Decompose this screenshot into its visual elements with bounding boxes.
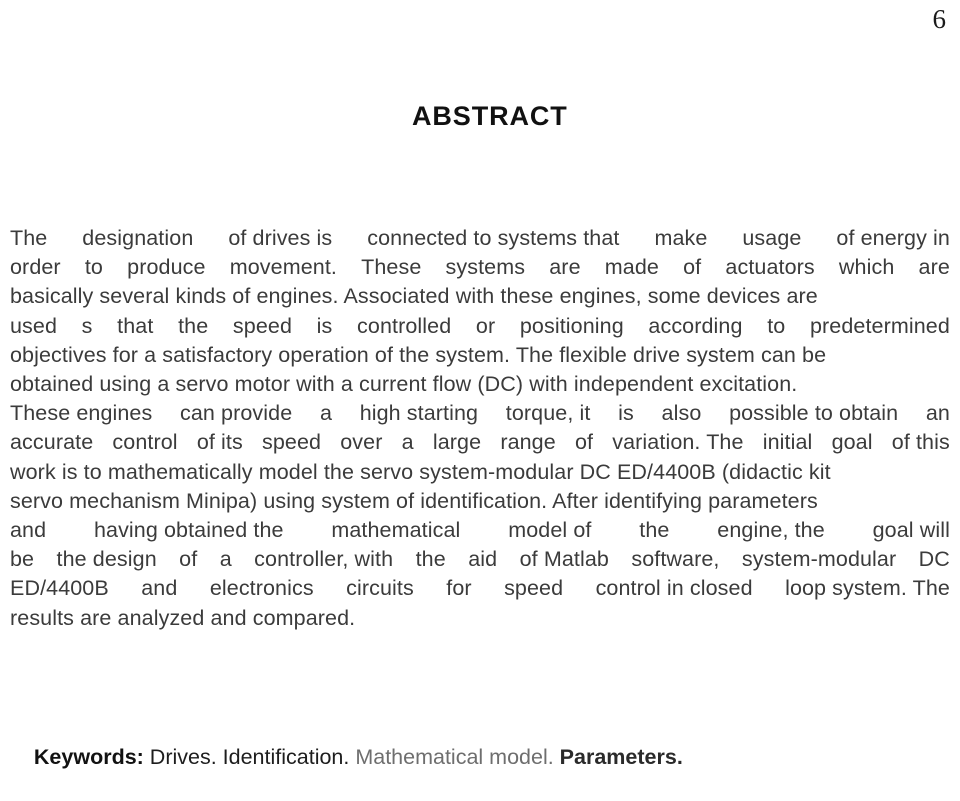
body-word: over: [340, 430, 383, 455]
body-word: model of: [508, 518, 592, 543]
page-number: 6: [932, 4, 947, 34]
body-word: goal: [831, 430, 873, 455]
body-word: electronics: [209, 576, 314, 601]
body-word: be: [10, 547, 35, 572]
body-line: obtained using a servo motor with a curr…: [10, 372, 798, 397]
body-word: positioning: [519, 313, 624, 338]
body-word: the: [178, 313, 209, 338]
body-word: of: [179, 547, 198, 572]
body-word: s: [81, 313, 93, 338]
body-word: loop system. The: [785, 576, 950, 601]
body-word: or: [475, 313, 496, 338]
body-word: circuits: [346, 576, 414, 601]
body-word: usage: [742, 226, 802, 250]
body-word: make: [654, 226, 708, 250]
body-word: DC: [918, 547, 950, 572]
body-word: according: [648, 313, 743, 338]
body-line: be the design of a controller, with the aid of …: [10, 545, 950, 574]
body-word: having obtained the: [93, 518, 284, 543]
body-word: used: [10, 313, 58, 338]
abstract-body: The designation of drives is connected to s…: [10, 224, 950, 633]
body-word: aid: [468, 547, 498, 572]
body-word: can provide: [180, 401, 293, 426]
body-word: the design: [56, 547, 157, 572]
body-word: a: [401, 430, 414, 455]
body-line: accurate control of its speed over a large rang…: [10, 428, 950, 457]
body-word: variation. The: [612, 430, 744, 455]
body-word: The: [10, 226, 48, 250]
body-word: initial: [762, 430, 813, 455]
body-word: ED/4400B: [10, 576, 109, 601]
body-word: controller, with: [254, 547, 394, 572]
page-title: ABSTRACT: [412, 101, 568, 131]
body-word: a: [319, 401, 333, 426]
body-word: to: [767, 313, 786, 338]
body-word: systems: [445, 255, 526, 280]
body-word: range: [500, 430, 556, 455]
body-word: These engines: [10, 401, 153, 426]
body-word: engine, the: [717, 518, 825, 543]
body-word: torque, it: [505, 401, 591, 426]
body-word: a: [219, 547, 232, 572]
body-word: mathematical: [331, 518, 461, 543]
body-word: also: [661, 401, 702, 426]
body-line: basically several kinds of engines. Asso…: [10, 284, 818, 309]
body-line: results are analyzed and compared.: [10, 605, 356, 630]
body-word: These: [361, 255, 422, 280]
body-word: possible to obtain: [729, 401, 899, 426]
body-word: of its: [196, 430, 243, 455]
body-line: ED/4400B and electronics circuits for speed co…: [10, 574, 950, 603]
body-word: control: [112, 430, 178, 455]
body-line: work is to mathematically model the serv…: [10, 459, 831, 484]
body-word: software,: [631, 547, 720, 572]
body-word: of drives is: [228, 226, 333, 250]
body-word: goal will: [872, 518, 950, 543]
body-word: are: [918, 255, 950, 280]
body-word: the: [415, 547, 446, 572]
body-word: designation: [82, 226, 194, 250]
body-word: which: [838, 255, 895, 280]
body-word: predetermined: [809, 313, 950, 338]
body-word: speed: [504, 576, 564, 601]
body-word: of: [683, 255, 702, 280]
body-line: order to produce movement. These systems are ma…: [10, 253, 950, 282]
body-word: movement.: [229, 255, 337, 280]
body-line: and having obtained the mathematical model …: [10, 516, 950, 545]
body-line: These engines can provide a high starting to…: [10, 399, 950, 428]
body-word: made: [604, 255, 659, 280]
body-word: that: [117, 313, 154, 338]
body-word: of this: [891, 430, 950, 455]
body-word: is: [618, 401, 634, 426]
body-word: and: [141, 576, 178, 601]
body-word: actuators: [725, 255, 815, 280]
body-line: used s that the speed is controlled or positioni…: [10, 312, 950, 341]
body-word: to: [84, 255, 103, 280]
body-word: high starting: [359, 401, 479, 426]
keywords-line: Keywords: Drives. Identification. Mathem…: [10, 714, 683, 801]
body-word: speed: [261, 430, 322, 455]
body-word: of energy in: [836, 226, 950, 250]
body-word: control in closed: [595, 576, 753, 601]
body-line: The designation of drives is connected to s…: [10, 224, 950, 253]
body-word: produce: [127, 255, 206, 280]
body-word: is: [316, 313, 333, 338]
body-word: order: [10, 255, 61, 280]
body-word: system-modular: [741, 547, 897, 572]
body-word: of Matlab: [519, 547, 609, 572]
body-word: controlled: [357, 313, 452, 338]
body-word: an: [925, 401, 950, 426]
body-word: and: [10, 518, 47, 543]
body-word: accurate: [10, 430, 94, 455]
body-word: for: [446, 576, 472, 601]
body-word: large: [432, 430, 482, 455]
document-page: 6 ABSTRACT The designation of drives is con…: [0, 0, 960, 769]
body-word: connected to systems that: [367, 226, 620, 250]
body-word: the: [639, 518, 670, 543]
body-line: objectives for a satisfactory operation …: [10, 342, 827, 367]
body-word: of: [574, 430, 594, 455]
body-word: speed: [232, 313, 293, 338]
body-line: servo mechanism Minipa) using system of …: [10, 488, 818, 513]
body-word: are: [549, 255, 581, 280]
